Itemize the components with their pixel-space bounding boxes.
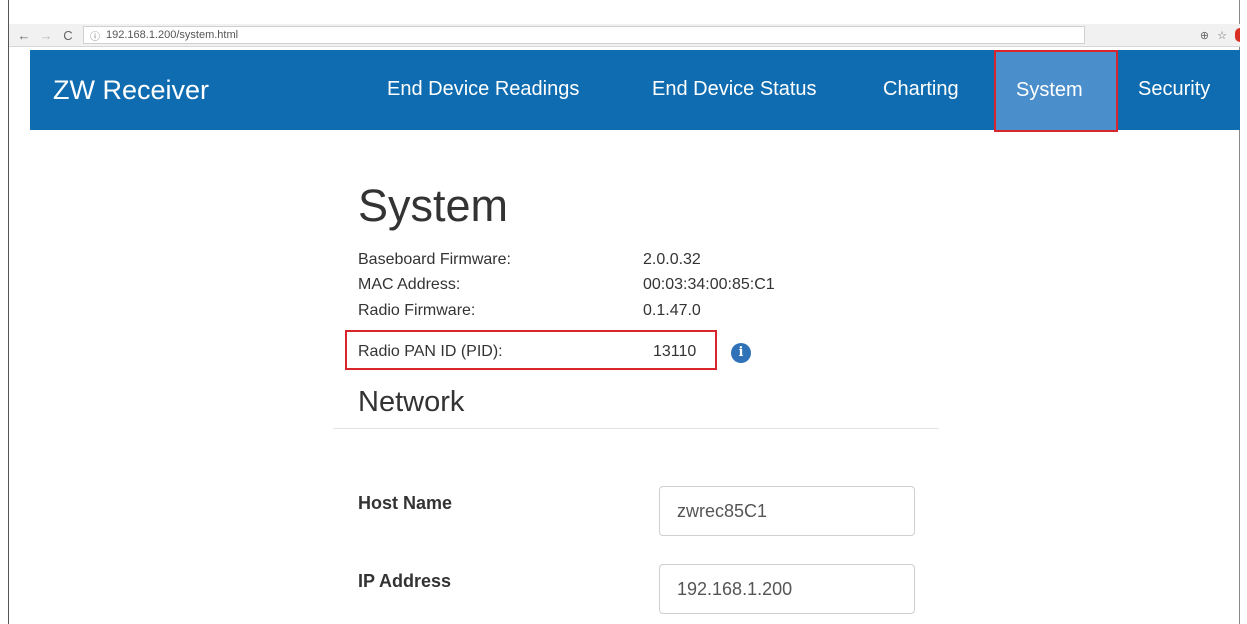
brand-title[interactable]: ZW Receiver (53, 75, 209, 106)
browser-toolbar: ← → C ⓘ 192.168.1.200/system.html ⊕ ☆ (9, 24, 1240, 47)
window-frame-left (8, 0, 9, 624)
forward-icon[interactable]: → (39, 28, 53, 43)
info-icon[interactable]: i (731, 343, 751, 363)
top-navbar: ZW Receiver End Device Readings End Devi… (30, 50, 1240, 132)
nav-security[interactable]: Security (1138, 78, 1210, 101)
page-title: System (358, 180, 509, 231)
radio-pan-id-value: 13110 (653, 343, 697, 360)
profile-icon[interactable] (1235, 28, 1240, 42)
url-text: 192.168.1.200/system.html (106, 29, 239, 41)
nav-system[interactable]: System (994, 50, 1118, 132)
zoom-icon[interactable]: ⊕ (1200, 29, 1209, 42)
network-heading: Network (358, 386, 465, 418)
star-icon[interactable]: ☆ (1217, 29, 1227, 42)
radio-firmware-label: Radio Firmware: (358, 302, 476, 319)
back-icon[interactable]: ← (17, 28, 31, 43)
baseboard-firmware-label: Baseboard Firmware: (358, 251, 511, 268)
host-name-input[interactable] (659, 486, 915, 536)
nav-system-label: System (1016, 79, 1083, 101)
nav-end-device-status[interactable]: End Device Status (652, 78, 817, 101)
radio-firmware-value: 0.1.47.0 (643, 302, 701, 319)
reload-icon[interactable]: C (61, 28, 75, 43)
radio-pan-id-label: Radio PAN ID (PID): (358, 343, 503, 360)
nav-charting[interactable]: Charting (883, 78, 959, 101)
ip-address-input[interactable] (659, 564, 915, 614)
mac-address-value: 00:03:34:00:85:C1 (643, 276, 775, 293)
mac-address-label: MAC Address: (358, 276, 461, 293)
toolbar-actions: ⊕ ☆ (1200, 28, 1240, 42)
site-info-icon[interactable]: ⓘ (90, 28, 100, 43)
baseboard-firmware-value: 2.0.0.32 (643, 251, 701, 268)
host-name-label: Host Name (358, 493, 453, 513)
ip-address-label: IP Address (358, 571, 452, 591)
section-divider (333, 428, 939, 429)
address-bar[interactable]: ⓘ 192.168.1.200/system.html (83, 26, 1085, 44)
nav-end-device-readings[interactable]: End Device Readings (387, 78, 579, 101)
